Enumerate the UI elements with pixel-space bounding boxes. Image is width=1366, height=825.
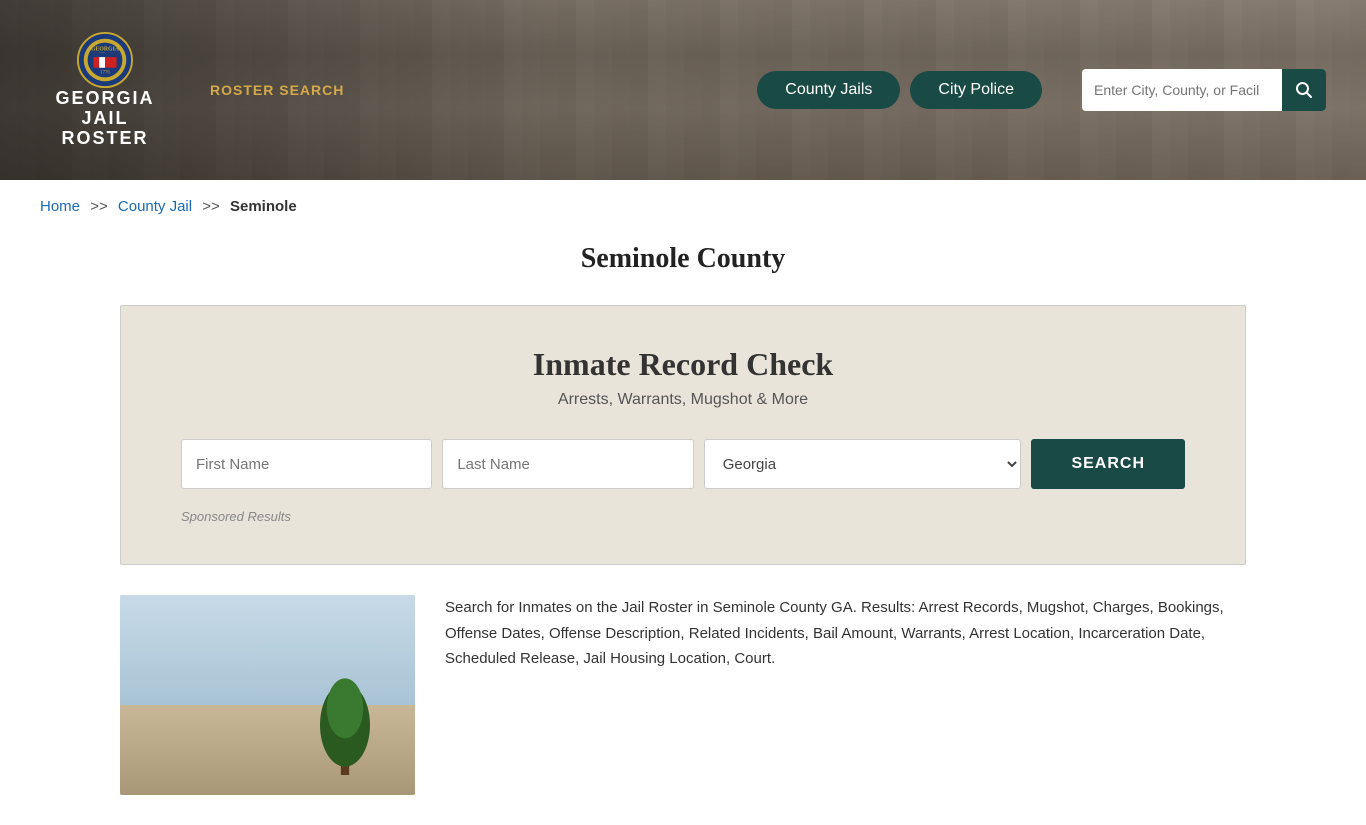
header-search-bar (1082, 69, 1326, 111)
breadcrumb-separator-1: >> (90, 198, 108, 215)
first-name-input[interactable] (181, 439, 432, 489)
record-box-title: Inmate Record Check (181, 346, 1185, 383)
breadcrumb-current: Seminole (230, 198, 297, 215)
record-search-form: AlabamaAlaskaArizonaArkansasCaliforniaCo… (181, 439, 1185, 489)
search-icon (1295, 81, 1313, 99)
page-title: Seminole County (0, 243, 1366, 275)
city-police-button[interactable]: City Police (910, 71, 1042, 109)
record-box-subtitle: Arrests, Warrants, Mugshot & More (181, 391, 1185, 409)
inmate-record-box: Inmate Record Check Arrests, Warrants, M… (120, 305, 1246, 565)
site-header: GEORGIA 1776 GEORGIA JAIL ROSTER ROSTER … (0, 0, 1366, 180)
header-search-button[interactable] (1282, 69, 1326, 111)
breadcrumb: Home >> County Jail >> Seminole (0, 180, 1366, 233)
breadcrumb-home-link[interactable]: Home (40, 198, 80, 215)
header-search-input[interactable] (1082, 69, 1282, 111)
logo-text-georgia: GEORGIA (55, 89, 154, 109)
description-text: Search for Inmates on the Jail Roster in… (445, 595, 1246, 672)
image-tree-icon (305, 675, 385, 775)
georgia-seal-icon: GEORGIA 1776 (76, 31, 134, 89)
site-logo[interactable]: GEORGIA 1776 GEORGIA JAIL ROSTER (40, 31, 170, 148)
svg-text:1776: 1776 (100, 71, 110, 76)
record-search-button[interactable]: SEARCH (1031, 439, 1185, 489)
sponsored-results-label: Sponsored Results (181, 509, 1185, 524)
breadcrumb-separator-2: >> (202, 198, 220, 215)
nav-buttons-group: County Jails City Police (757, 71, 1042, 109)
roster-search-link[interactable]: ROSTER SEARCH (210, 82, 344, 98)
logo-text-roster: ROSTER (61, 129, 148, 149)
logo-text-jail: JAIL (81, 109, 128, 129)
breadcrumb-county-jail-link[interactable]: County Jail (118, 198, 192, 215)
svg-text:GEORGIA: GEORGIA (91, 47, 120, 53)
description-section: Search for Inmates on the Jail Roster in… (0, 565, 1366, 825)
description-image (120, 595, 415, 795)
state-select[interactable]: AlabamaAlaskaArizonaArkansasCaliforniaCo… (704, 439, 1022, 489)
county-jails-button[interactable]: County Jails (757, 71, 900, 109)
last-name-input[interactable] (442, 439, 693, 489)
